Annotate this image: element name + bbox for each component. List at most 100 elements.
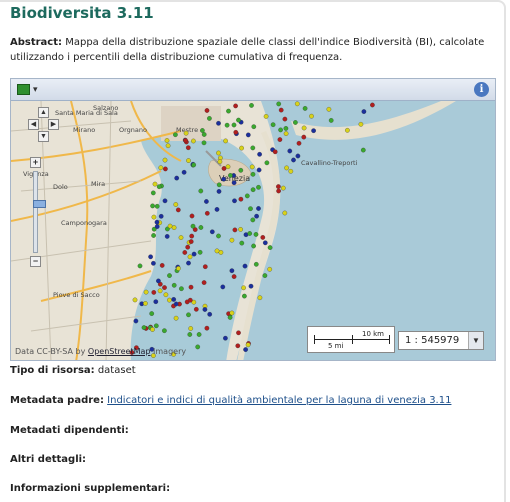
field-metadata-padre: Metadata padre: Indicatori e indici di q… xyxy=(10,395,451,406)
pan-down-button[interactable]: ▼ xyxy=(38,131,49,142)
sample-point xyxy=(202,307,208,312)
pan-up-button[interactable]: ▲ xyxy=(38,107,49,118)
sample-point xyxy=(257,295,263,301)
openstreetmap-link[interactable]: OpenStreetMap xyxy=(88,347,151,356)
sample-point xyxy=(242,263,248,269)
sample-point xyxy=(173,315,179,321)
sample-point xyxy=(224,122,230,128)
sample-point xyxy=(239,240,245,246)
place-label: Cavallino-Treporti xyxy=(301,159,358,167)
sample-point xyxy=(370,102,375,108)
sample-point xyxy=(171,282,177,288)
place-label: Camponogara xyxy=(61,219,107,227)
sample-point xyxy=(162,285,167,290)
sample-point xyxy=(253,261,259,267)
sample-point xyxy=(173,301,179,307)
sample-point xyxy=(218,250,224,255)
pan-left-button[interactable]: ◀ xyxy=(28,119,39,130)
map-canvas[interactable]: Salzano Santa Maria di Sala Mirano Orgna… xyxy=(11,101,496,361)
sample-point xyxy=(167,297,172,303)
sample-point xyxy=(200,128,205,133)
sample-point xyxy=(282,210,288,216)
sample-point xyxy=(280,185,286,191)
sample-point xyxy=(190,223,196,229)
sample-point xyxy=(171,225,177,230)
sample-point xyxy=(216,120,221,126)
sample-point xyxy=(182,250,188,255)
sample-point xyxy=(204,325,210,331)
zoom-in-button[interactable]: + xyxy=(30,157,41,168)
padre-link[interactable]: Indicatori e indici di qualità ambiental… xyxy=(107,395,451,406)
sample-point xyxy=(154,203,160,209)
sample-point xyxy=(201,140,207,146)
sample-point xyxy=(263,114,269,119)
sample-point xyxy=(361,109,367,114)
sample-point xyxy=(244,193,250,199)
page-title: Biodiversita 3.11 xyxy=(10,4,154,22)
place-label: Piove di Sacco xyxy=(53,291,100,299)
map-viewer[interactable]: ▾ i Salzano Santa Maria di Sala Mirano O… xyxy=(10,78,496,361)
sample-point xyxy=(162,328,167,334)
scale-select[interactable]: 1 : 545979 ▼ xyxy=(398,331,484,350)
sample-point xyxy=(276,184,281,189)
sample-point xyxy=(311,128,316,134)
sample-point xyxy=(282,116,288,122)
map-toolbar: ▾ i xyxy=(11,79,495,101)
sample-point xyxy=(254,213,259,219)
sample-point xyxy=(233,103,238,109)
sample-point xyxy=(267,266,273,272)
sample-point xyxy=(148,254,153,260)
sample-point xyxy=(250,187,256,193)
sample-point xyxy=(284,165,289,171)
sample-point xyxy=(156,184,162,190)
sample-point xyxy=(232,198,237,204)
scale-km-label: 10 km xyxy=(361,330,384,338)
sample-point xyxy=(216,150,221,156)
sample-point xyxy=(227,315,233,320)
sample-point xyxy=(214,248,220,254)
sample-point xyxy=(250,171,256,177)
sample-point xyxy=(214,207,220,212)
scale-select-value: 1 : 545979 xyxy=(405,335,460,346)
zoom-slider-track[interactable] xyxy=(33,171,46,253)
sample-point xyxy=(188,284,194,290)
sample-point xyxy=(151,260,156,266)
place-label: Orgnano xyxy=(119,126,147,134)
sample-point xyxy=(154,224,160,229)
sample-point xyxy=(295,153,301,159)
sample-point xyxy=(198,188,204,194)
sample-point xyxy=(260,235,266,240)
place-label: Dolo xyxy=(53,183,68,191)
sample-point xyxy=(152,181,158,187)
altri-label: Altri dettagli: xyxy=(10,454,87,465)
sample-point xyxy=(231,180,237,186)
sample-point xyxy=(204,210,210,216)
zoom-out-button[interactable]: − xyxy=(30,256,41,267)
sample-point xyxy=(229,237,235,243)
sample-point xyxy=(328,118,334,123)
sample-point xyxy=(262,273,268,278)
sample-point xyxy=(183,138,188,143)
sample-point xyxy=(156,278,161,284)
sample-point xyxy=(251,124,257,130)
layer-switcher-button[interactable]: ▾ xyxy=(17,83,43,97)
zoom-slider-handle[interactable] xyxy=(33,200,46,208)
place-label: Mira xyxy=(91,180,105,188)
chevron-down-icon[interactable]: ▼ xyxy=(468,332,483,349)
pan-right-button[interactable]: ▶ xyxy=(48,119,59,130)
map-attribution: Data CC-BY-SA by OpenStreetMap Imagery xyxy=(15,347,187,356)
layer-icon xyxy=(17,84,30,95)
sample-point xyxy=(272,149,278,155)
sample-point xyxy=(178,235,184,240)
tipo-value: dataset xyxy=(97,365,136,376)
abstract-text: Mappa della distribuzione spaziale delle… xyxy=(10,37,485,63)
sample-point xyxy=(187,297,193,303)
sample-point xyxy=(181,169,187,175)
sample-point xyxy=(294,101,300,107)
sample-point xyxy=(231,274,237,279)
sample-point xyxy=(232,227,238,233)
info-icon[interactable]: i xyxy=(474,82,489,97)
sample-point xyxy=(150,190,156,196)
sample-point xyxy=(162,198,168,204)
sample-point xyxy=(202,264,208,270)
